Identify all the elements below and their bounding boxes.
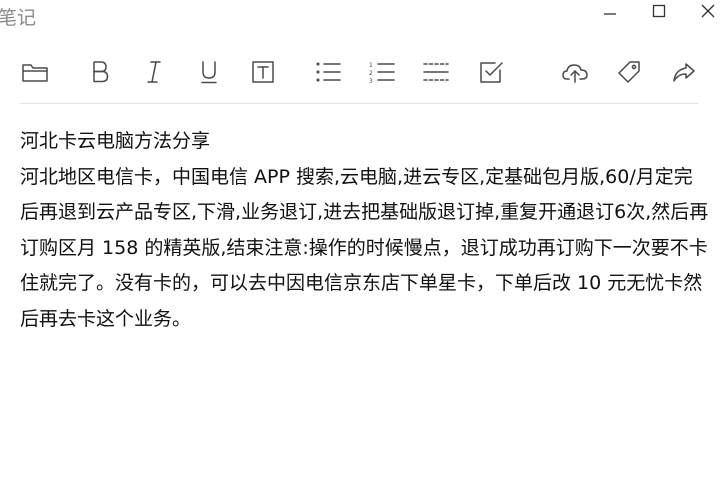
close-icon xyxy=(701,4,715,18)
underline-button[interactable] xyxy=(193,56,225,88)
note-body: 河北地区电信卡，中国电信 APP 搜索,云电脑,进云专区,定基础包月版,60/月… xyxy=(20,165,709,330)
svg-text:3: 3 xyxy=(369,78,373,84)
tag-button[interactable] xyxy=(613,56,645,88)
numbered-list-icon: 1 2 3 xyxy=(369,62,395,84)
numbered-list-button[interactable]: 1 2 3 xyxy=(366,56,398,88)
share-icon xyxy=(673,63,695,82)
bullet-list-button[interactable] xyxy=(312,56,344,88)
text-button[interactable] xyxy=(247,56,279,88)
close-button[interactable] xyxy=(688,0,726,22)
tag-icon xyxy=(618,61,640,83)
svg-text:2: 2 xyxy=(369,70,373,77)
italic-button[interactable] xyxy=(138,56,170,88)
minimize-icon xyxy=(604,13,616,15)
maximize-button[interactable] xyxy=(639,0,679,22)
folder-icon xyxy=(22,64,48,82)
checkbox-icon xyxy=(480,62,503,83)
italic-icon xyxy=(147,61,161,83)
editor-toolbar: 1 2 3 xyxy=(0,50,726,94)
minimize-button[interactable] xyxy=(590,0,630,22)
checkbox-button[interactable] xyxy=(475,56,507,88)
underline-icon xyxy=(201,61,217,84)
cloud-upload-icon xyxy=(562,64,588,83)
folder-button[interactable] xyxy=(19,56,51,88)
app-title: 笔记 xyxy=(0,7,37,29)
share-button[interactable] xyxy=(668,56,700,88)
upload-button[interactable] xyxy=(559,56,591,88)
dashed-divider-icon xyxy=(423,63,449,81)
note-title: 河北卡云电脑方法分享 xyxy=(20,130,211,152)
bold-button[interactable] xyxy=(84,56,116,88)
bullet-list-icon xyxy=(316,62,341,82)
bold-icon xyxy=(93,61,109,83)
divider-button[interactable] xyxy=(420,56,452,88)
toolbar-divider xyxy=(20,103,698,104)
note-content[interactable]: 河北卡云电脑方法分享 河北地区电信卡，中国电信 APP 搜索,云电脑,进云专区,… xyxy=(20,124,710,337)
title-bar: 笔记 xyxy=(0,0,726,30)
svg-text:1: 1 xyxy=(369,62,373,69)
maximize-icon xyxy=(652,4,666,18)
text-box-icon xyxy=(252,61,274,83)
